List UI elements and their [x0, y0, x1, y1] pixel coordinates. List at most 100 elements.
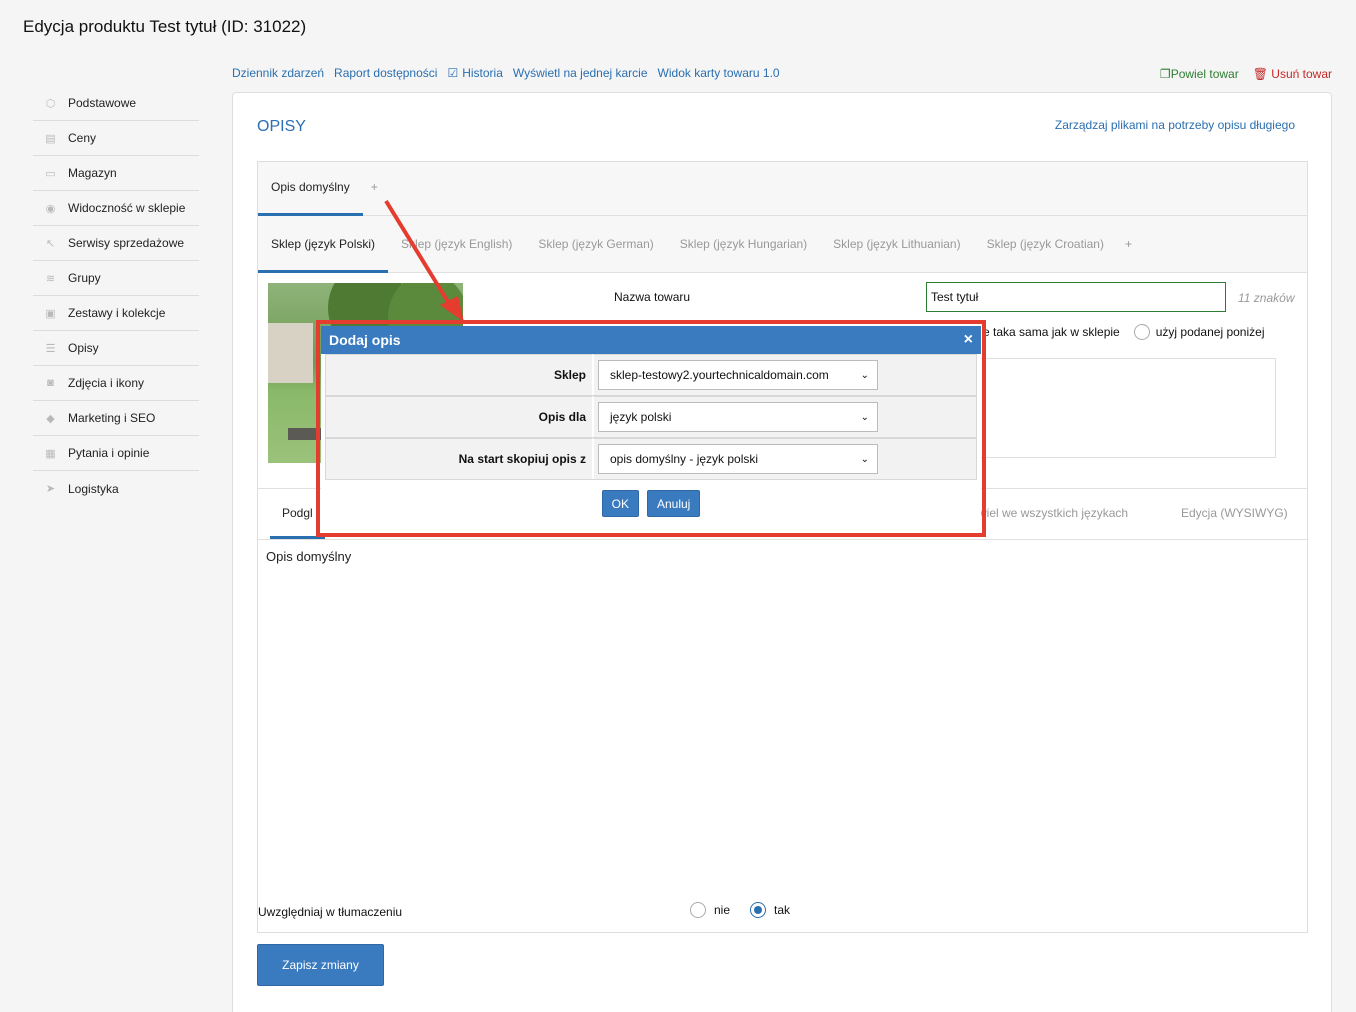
sidebar-item-serwisy[interactable]: ↖ Serwisy sprzedażowe: [33, 226, 199, 261]
tab-shop-croatian[interactable]: Sklep (język Croatian): [974, 216, 1117, 273]
sidebar-item-label: Grupy: [68, 271, 101, 285]
save-button[interactable]: Zapisz zmiany: [257, 944, 384, 986]
tab-shop-english[interactable]: Sklep (język English): [388, 216, 525, 273]
radio-custom-button[interactable]: [1133, 324, 1150, 340]
description-preview: Opis domyślny: [266, 549, 352, 564]
translate-options: nie tak: [690, 902, 790, 918]
translate-no-radio[interactable]: [690, 902, 706, 918]
list-icon: ☰: [45, 342, 56, 355]
product-name-input[interactable]: [926, 282, 1226, 312]
delete-product-link[interactable]: 🗑 Usuń towar: [1253, 67, 1332, 81]
language-select-value: język polski: [610, 410, 672, 424]
sidebar-item-label: Ceny: [68, 131, 97, 145]
tab-shop-hungarian[interactable]: Sklep (język Hungarian): [667, 216, 820, 273]
sidebar-item-label: Pytania i opinie: [68, 446, 150, 460]
add-description-tab[interactable]: +: [363, 162, 386, 216]
sidebar-item-grupy[interactable]: ≋ Grupy: [33, 261, 199, 296]
product-name-label: Nazwa towaru: [614, 290, 691, 304]
shop-select-value: sklep-testowy2.yourtechnicaldomain.com: [610, 368, 829, 382]
copy-from-row: Na start skopiuj opis z opis domyślny - …: [325, 438, 977, 480]
eye-icon: ◉: [45, 202, 56, 215]
cube-icon: ⬡: [45, 97, 56, 110]
language-select[interactable]: język polski ⌄: [598, 402, 878, 432]
sidebar-item-label: Widoczność w sklepie: [68, 201, 186, 215]
sidebar-item-label: Opisy: [68, 341, 99, 355]
language-row: Opis dla język polski ⌄: [325, 396, 977, 438]
language-cell: język polski ⌄: [592, 396, 977, 437]
close-icon[interactable]: ×: [964, 331, 973, 349]
chevron-down-icon: ⌄: [860, 411, 869, 423]
copy-from-label: Na start skopiuj opis z: [325, 438, 592, 479]
sidebar-item-label: Zdjęcia i ikony: [68, 376, 145, 390]
radio-custom-label: użyj podanej poniżej: [1155, 325, 1265, 339]
add-shop-tab[interactable]: +: [1117, 216, 1140, 273]
sidebar-item-zdjecia[interactable]: ◙ Zdjęcia i ikony: [33, 366, 199, 401]
add-description-dialog: Dodaj opis × Sklep sklep-testowy2.yourte…: [321, 326, 981, 532]
availability-link[interactable]: Raport dostępności: [334, 66, 437, 80]
card-view-link[interactable]: Widok karty towaru 1.0: [658, 66, 780, 80]
tab-wysiwyg[interactable]: Edycja (WYSIWYG): [1168, 489, 1301, 539]
tab-copy-all-languages[interactable]: wiel we wszystkich językach: [978, 489, 1128, 539]
plane-icon: ➤: [45, 483, 56, 495]
copy-icon: ❐: [1159, 67, 1171, 81]
language-label: Opis dla: [325, 396, 592, 437]
price-icon: ▤: [45, 132, 56, 145]
sidebar-item-marketing[interactable]: ◆ Marketing i SEO: [33, 401, 199, 436]
trash-icon: 🗑: [1252, 67, 1272, 81]
copy-label: Powiel towar: [1170, 67, 1239, 81]
copy-from-select-value: opis domyślny - język polski: [610, 452, 759, 466]
shop-language-tabs: Sklep (język Polski) Sklep (język Englis…: [258, 216, 1307, 273]
sidebar-item-pytania[interactable]: ▦ Pytania i opinie: [33, 436, 199, 471]
dialog-buttons: OK Anuluj: [321, 490, 981, 517]
tab-shop-german[interactable]: Sklep (język German): [525, 216, 666, 273]
radio-custom[interactable]: użyj podanej poniżej: [1133, 324, 1265, 340]
shop-select[interactable]: sklep-testowy2.yourtechnicaldomain.com ⌄: [598, 360, 878, 390]
sidebar-item-zestawy[interactable]: ▣ Zestawy i kolekcje: [33, 296, 199, 331]
journal-link[interactable]: Dziennik zdarzeń: [232, 66, 324, 80]
translate-yes-label: tak: [774, 903, 791, 917]
tab-shop-polski[interactable]: Sklep (język Polski): [258, 216, 389, 273]
chevron-down-icon: ⌄: [860, 453, 869, 465]
camera-icon: ◙: [47, 377, 54, 389]
dialog-title: Dodaj opis: [329, 332, 401, 348]
ok-button[interactable]: OK: [601, 490, 639, 517]
shop-row: Sklep sklep-testowy2.yourtechnicaldomain…: [325, 354, 977, 396]
sidebar-item-label: Marketing i SEO: [68, 411, 156, 425]
sidebar-item-opisy[interactable]: ☰ Opisy: [33, 331, 199, 366]
tab-shop-lithuanian[interactable]: Sklep (język Lithuanian): [820, 216, 973, 273]
char-count: 11 znaków: [1238, 291, 1295, 305]
descriptions-panel: OPISY Zarządzaj plikami na potrzeby opis…: [232, 92, 1332, 1012]
sidebar-item-label: Serwisy sprzedażowe: [68, 236, 185, 250]
product-actions: ❐Powiel towar 🗑 Usuń towar: [1160, 67, 1332, 81]
sidebar-item-widocznosc[interactable]: ◉ Widoczność w sklepie: [33, 191, 199, 226]
sidebar-item-podstawowe[interactable]: ⬡ Podstawowe: [33, 86, 199, 121]
chevron-down-icon: ⌄: [860, 369, 869, 381]
warehouse-icon: ▭: [45, 167, 56, 180]
one-card-link[interactable]: Wyświetl na jednej karcie: [513, 66, 648, 80]
image-house: [268, 323, 313, 383]
sidebar-item-ceny[interactable]: ▤ Ceny: [33, 121, 199, 156]
description-tabs: Opis domyślny +: [258, 162, 1307, 216]
translate-label: Uwzględniaj w tłumaczeniu: [258, 905, 403, 919]
history-link[interactable]: ☑ Historia: [447, 66, 502, 80]
copy-from-select[interactable]: opis domyślny - język polski ⌄: [598, 444, 878, 474]
cursor-icon: ↖: [45, 237, 56, 250]
collection-icon: ▣: [45, 307, 56, 320]
shop-cell: sklep-testowy2.yourtechnicaldomain.com ⌄: [592, 354, 977, 395]
name-source-radios: e taka sama jak w sklepie użyj podanej p…: [983, 324, 1264, 340]
panel-title: OPISY: [257, 118, 306, 135]
toplinks: Dziennik zdarzeń Raport dostępności ☑ His…: [232, 66, 780, 80]
sidebar-item-label: Podstawowe: [68, 96, 137, 110]
tab-default-description[interactable]: Opis domyślny: [258, 162, 363, 216]
sidebar-item-logistyka[interactable]: ➤ Logistyka: [33, 471, 199, 506]
layers-icon: ≋: [45, 272, 56, 285]
sidebar-item-magazyn[interactable]: ▭ Magazyn: [33, 156, 199, 191]
copy-product-link[interactable]: ❐Powiel towar: [1160, 67, 1239, 81]
translate-yes-radio[interactable]: [750, 902, 767, 918]
manage-files-link[interactable]: Zarządzaj plikami na potrzeby opisu dług…: [1055, 118, 1295, 132]
copy-from-cell: opis domyślny - język polski ⌄: [592, 438, 977, 479]
dialog-header: Dodaj opis ×: [321, 326, 981, 354]
sidebar-item-label: Zestawy i kolekcje: [68, 306, 166, 320]
cancel-button[interactable]: Anuluj: [646, 490, 701, 517]
history-label: Historia: [462, 66, 503, 80]
